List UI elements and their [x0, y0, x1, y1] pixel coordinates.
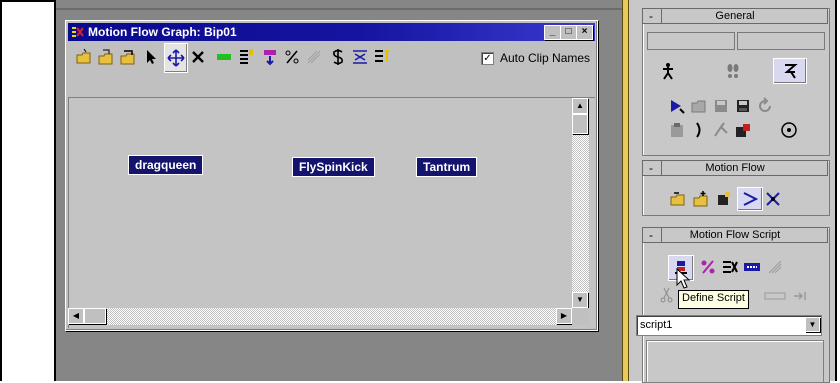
save-icon[interactable]	[118, 43, 138, 71]
percent-icon[interactable]	[282, 43, 302, 71]
mouse-cursor-icon	[676, 268, 691, 289]
insert-clip-icon[interactable]	[719, 256, 741, 278]
target-icon[interactable]	[778, 119, 800, 141]
scroll-up-button[interactable]: ▲	[572, 98, 588, 114]
load-posture-icon[interactable]	[732, 119, 754, 141]
general-field-right	[737, 32, 825, 50]
graph-canvas[interactable]: dragqueen FlySpinKick Tantrum	[68, 97, 595, 328]
graph-toolbar: ✓ Auto Clip Names	[68, 43, 595, 73]
add-percent-icon[interactable]	[697, 256, 719, 278]
load-files-icon[interactable]	[667, 188, 689, 210]
motion-flow-graph-window: Motion Flow Graph: Bip01 _ □ × ✓ Auto Cl…	[65, 20, 598, 331]
script-listbox[interactable]	[646, 340, 824, 383]
play-biped-icon[interactable]	[666, 95, 688, 117]
general-field-left	[647, 32, 735, 50]
viewport-edge-line	[56, 8, 622, 10]
motion-flow-rollout-title: Motion Flow	[705, 162, 765, 174]
general-rollout-title: General	[715, 10, 755, 22]
viewport-panel-separator[interactable]	[622, 0, 629, 381]
move-icon[interactable]	[164, 43, 188, 73]
clipboard-icon[interactable]	[666, 119, 688, 141]
vertical-scrollbar[interactable]: ▲ ▼	[572, 98, 589, 308]
horizontal-scroll-thumb[interactable]	[84, 308, 106, 324]
motion-flow-script-rollout-title: Motion Flow Script	[689, 229, 781, 241]
select-arrow-icon[interactable]	[142, 43, 162, 71]
show-graph-icon[interactable]	[737, 187, 763, 211]
auto-clip-names-checkbox[interactable]: ✓	[481, 51, 494, 65]
motion-flow-rollout-header[interactable]: - Motion Flow	[642, 160, 828, 176]
info-icon[interactable]	[372, 43, 392, 71]
scroll-down-button[interactable]: ▼	[572, 292, 588, 308]
window-title: Motion Flow Graph: Bip01	[88, 25, 237, 39]
clip-node[interactable]: FlySpinKick	[292, 157, 375, 177]
new-icon[interactable]	[74, 43, 94, 71]
goto-frame-icon[interactable]	[790, 285, 812, 307]
auto-clip-names-label: Auto Clip Names	[500, 51, 591, 65]
save-file-icon[interactable]	[710, 95, 732, 117]
bracket-icon[interactable]	[688, 119, 710, 141]
open-icon[interactable]	[96, 43, 116, 71]
auto-clip-names-option[interactable]: ✓ Auto Clip Names	[481, 50, 590, 66]
pose-icon[interactable]	[710, 119, 732, 141]
randomize-icon[interactable]	[304, 43, 324, 71]
clip-icon[interactable]	[214, 43, 234, 71]
append-files-icon[interactable]	[690, 188, 712, 210]
edit-transition-icon[interactable]	[741, 256, 763, 278]
unify-icon[interactable]	[762, 188, 784, 210]
optimize-icon[interactable]	[350, 43, 370, 71]
frame-left-border	[0, 0, 2, 381]
general-rollout-header[interactable]: - General	[642, 8, 828, 24]
refresh-icon[interactable]	[754, 95, 776, 117]
frame-top-border	[0, 0, 56, 2]
scroll-left-button[interactable]: ◀	[68, 308, 84, 324]
save-flow-icon[interactable]	[713, 188, 735, 210]
close-button[interactable]: ×	[576, 25, 593, 40]
transition-frame-icon[interactable]	[762, 285, 788, 307]
scissors-icon[interactable]	[656, 284, 678, 306]
clip-node[interactable]: Tantrum	[416, 157, 478, 177]
clip-node[interactable]: dragqueen	[128, 155, 204, 175]
script-select[interactable]: script1 ▼	[636, 315, 822, 336]
script-select-value: script1	[640, 319, 673, 331]
horizontal-scrollbar[interactable]: ◀ ▶	[68, 308, 572, 325]
figure-mode-icon[interactable]	[657, 60, 679, 82]
window-titlebar[interactable]: Motion Flow Graph: Bip01 _ □ ×	[68, 23, 595, 41]
delete-icon[interactable]	[188, 43, 208, 71]
marker-icon[interactable]	[260, 43, 280, 71]
motion-flow-script-rollout-header[interactable]: - Motion Flow Script	[642, 227, 828, 243]
scroll-right-button[interactable]: ▶	[556, 308, 572, 324]
motion-flow-mode-icon[interactable]	[773, 58, 807, 84]
vertical-scroll-thumb[interactable]	[572, 114, 588, 134]
window-app-icon	[72, 27, 84, 37]
define-script-tooltip: Define Script	[678, 290, 749, 309]
open-file-icon[interactable]	[688, 95, 710, 117]
footsteps-icon[interactable]	[722, 60, 744, 82]
maximize-button[interactable]: □	[560, 25, 577, 40]
start-frame-icon[interactable]	[764, 256, 786, 278]
frame-right-border	[835, 0, 837, 381]
save-segment-icon[interactable]	[732, 95, 754, 117]
scrollbar-corner	[572, 308, 589, 325]
minimize-button[interactable]: _	[544, 25, 561, 40]
transition-icon[interactable]	[236, 43, 256, 71]
dollar-icon[interactable]	[328, 43, 348, 71]
chevron-down-icon[interactable]: ▼	[805, 317, 820, 332]
general-fields	[647, 32, 825, 50]
